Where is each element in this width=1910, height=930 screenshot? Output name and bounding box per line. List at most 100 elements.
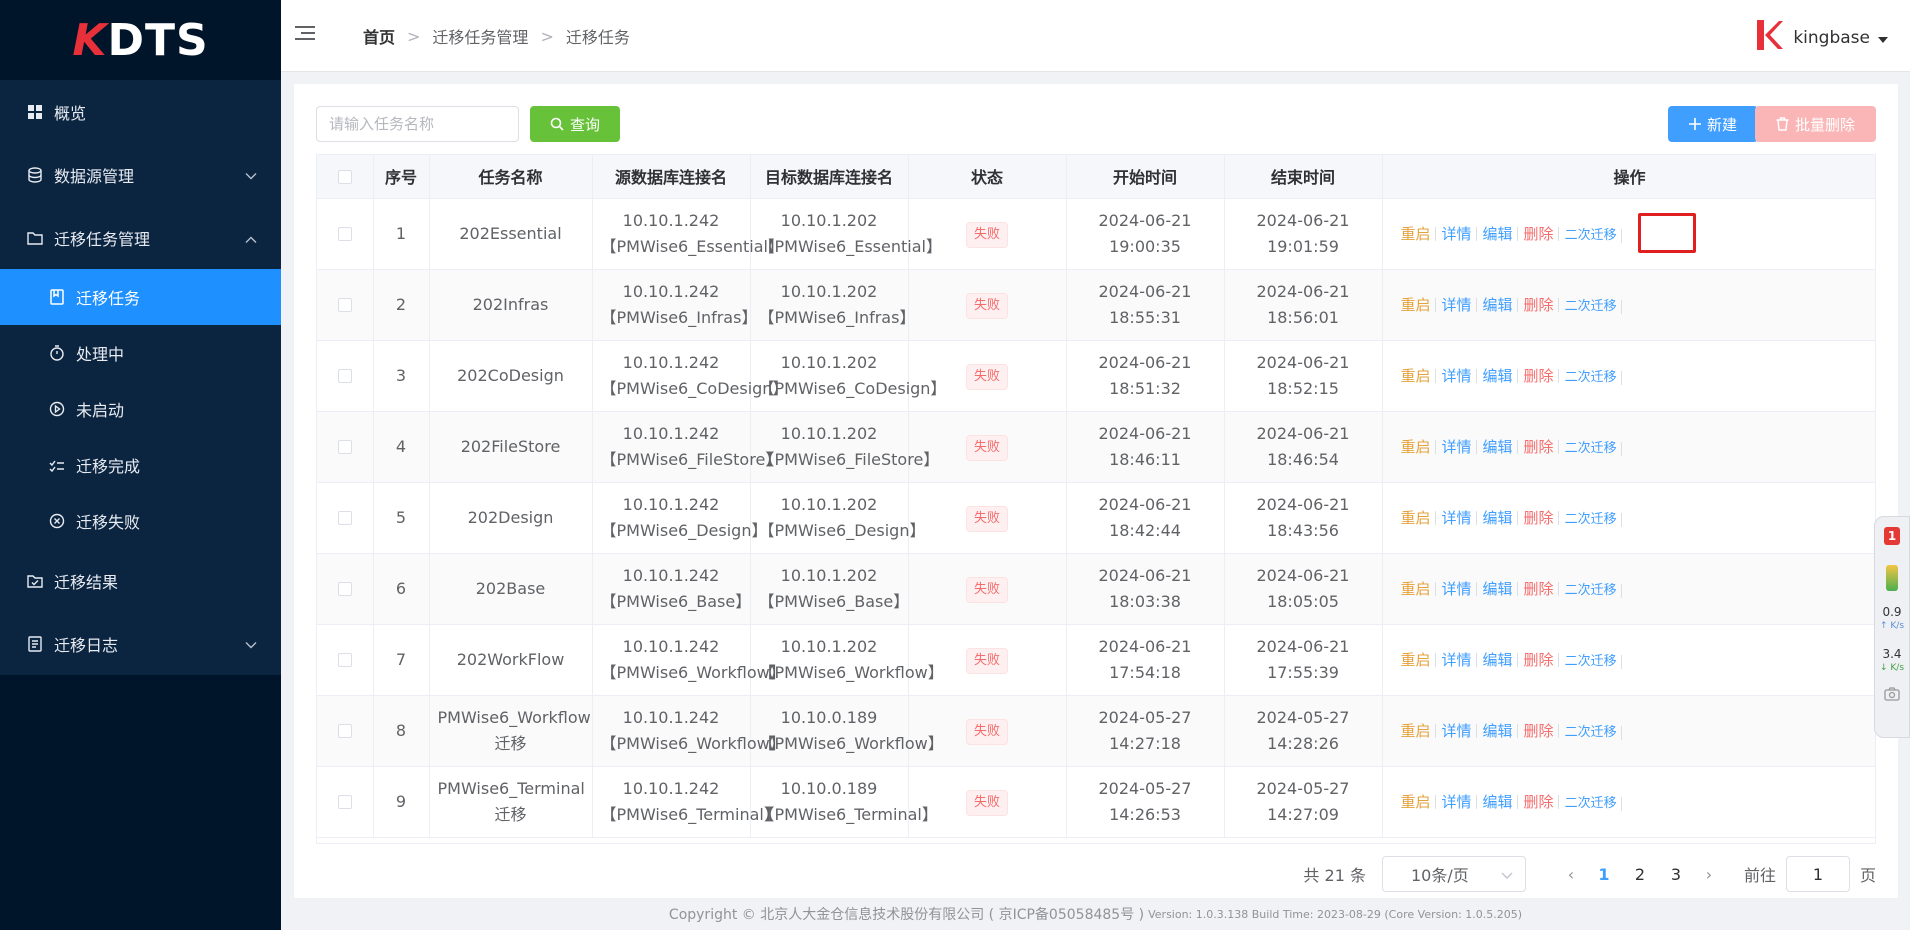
goto-page-input[interactable] [1785,856,1850,892]
row-checkbox[interactable] [337,724,352,738]
second-migration-link[interactable]: 二次迁移 [1561,441,1622,456]
restart-link[interactable]: 重启 [1397,297,1436,312]
row-index: 1 [373,198,430,270]
second-migration-link[interactable]: 二次迁移 [1561,796,1622,811]
second-migration-link[interactable]: 二次迁移 [1561,725,1622,740]
row-checkbox[interactable] [337,298,352,312]
camera-icon[interactable] [1884,687,1900,704]
delete-link[interactable]: 删除 [1520,581,1559,596]
restart-link[interactable]: 重启 [1397,581,1436,596]
detail-link[interactable]: 详情 [1438,510,1477,525]
detail-link[interactable]: 详情 [1438,581,1477,596]
detail-link[interactable]: 详情 [1438,652,1477,667]
row-checkbox[interactable] [337,795,352,809]
edit-link[interactable]: 编辑 [1479,581,1518,596]
delete-link[interactable]: 删除 [1520,439,1559,454]
sidebar-item-result[interactable]: 迁移结果 [0,549,281,612]
sidebar-item-completed[interactable]: 迁移完成 [0,437,281,493]
user-menu[interactable]: kingbase [1753,18,1888,57]
second-migration-link[interactable]: 二次迁移 [1561,228,1622,243]
edit-link[interactable]: 编辑 [1479,226,1518,241]
sidebar-item-overview[interactable]: 概览 [0,80,281,143]
new-button[interactable]: 新建 [1668,106,1758,142]
second-migration-link[interactable]: 二次迁移 [1561,370,1622,385]
sidebar-item-processing[interactable]: 处理中 [0,325,281,381]
status-cell: 失败 [908,624,1067,696]
restart-link[interactable]: 重启 [1397,439,1436,454]
detail-link[interactable]: 详情 [1438,297,1477,312]
delete-link[interactable]: 删除 [1520,368,1559,383]
edit-link[interactable]: 编辑 [1479,794,1518,809]
restart-link[interactable]: 重启 [1397,794,1436,809]
task-name-search-input[interactable] [316,106,519,142]
floating-monitor-widget[interactable]: 1 0.9 ↑ K/s 3.4 ↓ K/s [1874,516,1910,738]
delete-link[interactable]: 删除 [1520,297,1559,312]
breadcrumb-task-management[interactable]: 迁移任务管理 [432,24,528,48]
restart-link[interactable]: 重启 [1397,652,1436,667]
delete-link[interactable]: 删除 [1520,794,1559,809]
row-checkbox[interactable] [337,369,352,383]
username: kingbase [1793,27,1870,48]
detail-link[interactable]: 详情 [1438,226,1477,241]
row-checkbox[interactable] [337,227,352,241]
breadcrumb-home[interactable]: 首页 [363,24,395,48]
second-migration-link[interactable]: 二次迁移 [1561,583,1622,598]
restart-link[interactable]: 重启 [1397,510,1436,525]
restart-link[interactable]: 重启 [1397,723,1436,738]
sidebar-item-migration-task[interactable]: 迁移任务 [0,269,281,325]
start-time: 2024-06-21 18:51:32 [1066,340,1225,412]
sidebar-item-task-management[interactable]: 迁移任务管理 [0,206,281,269]
detail-link[interactable]: 详情 [1438,794,1477,809]
row-checkbox[interactable] [337,440,352,454]
table-row: 6 202Base 10.10.1.242【PMWise6_Base】 10.10.1… [317,553,1875,625]
sidebar-item-failed[interactable]: 迁移失败 [0,493,281,549]
delete-link[interactable]: 删除 [1520,226,1559,241]
end-time: 2024-06-21 18:05:05 [1224,553,1383,625]
detail-link[interactable]: 详情 [1438,439,1477,454]
source-connection: 10.10.1.242【PMWise6_Essential】 [592,198,784,270]
batch-delete-button[interactable]: 批量删除 [1755,106,1876,142]
row-index: 8 [373,695,430,767]
page-3-button[interactable]: 3 [1658,865,1694,884]
page-2-button[interactable]: 2 [1622,865,1658,884]
status-cell: 失败 [908,340,1067,412]
row-checkbox[interactable] [337,653,352,667]
table-header-row: 序号 任务名称 源数据库连接名 目标数据库连接名 状态 开始时间 结束时间 操作 [317,155,1875,199]
restart-link[interactable]: 重启 [1397,368,1436,383]
start-time: 2024-06-21 17:54:18 [1066,624,1225,696]
source-connection: 10.10.1.242【PMWise6_Infras】 [592,269,757,341]
row-index: 6 [373,553,430,625]
edit-link[interactable]: 编辑 [1479,297,1518,312]
detail-link[interactable]: 详情 [1438,368,1477,383]
edit-link[interactable]: 编辑 [1479,439,1518,454]
detail-link[interactable]: 详情 [1438,723,1477,738]
top-header: 首页 > 迁移任务管理 > 迁移任务 kingbase [281,0,1910,72]
page-size-select[interactable]: 10条/页 [1381,856,1526,892]
edit-link[interactable]: 编辑 [1479,510,1518,525]
select-all-checkbox[interactable] [337,170,352,185]
second-migration-link[interactable]: 二次迁移 [1561,512,1622,527]
next-page-button[interactable]: › [1694,865,1724,884]
delete-link[interactable]: 删除 [1520,723,1559,738]
second-migration-link[interactable]: 二次迁移 [1561,654,1622,669]
page-1-button[interactable]: 1 [1586,865,1622,884]
edit-link[interactable]: 编辑 [1479,652,1518,667]
status-cell: 失败 [908,198,1067,270]
sidebar-item-label: 处理中 [76,345,125,364]
status-badge: 失败 [965,505,1008,532]
prev-page-button[interactable]: ‹ [1556,865,1586,884]
query-button[interactable]: 查询 [530,106,620,142]
delete-link[interactable]: 删除 [1520,652,1559,667]
row-checkbox[interactable] [337,582,352,596]
edit-link[interactable]: 编辑 [1479,723,1518,738]
restart-link[interactable]: 重启 [1397,226,1436,241]
menu-toggle-icon[interactable] [295,24,315,46]
row-checkbox[interactable] [337,511,352,525]
sidebar-item-log[interactable]: 迁移日志 [0,612,281,675]
sidebar-item-not-started[interactable]: 未启动 [0,381,281,437]
delete-link[interactable]: 删除 [1520,510,1559,525]
second-migration-link[interactable]: 二次迁移 [1561,299,1622,314]
operations-cell: 重启 详情 编辑 删除 二次迁移 [1382,482,1875,554]
sidebar-item-datasource[interactable]: 数据源管理 [0,143,281,206]
edit-link[interactable]: 编辑 [1479,368,1518,383]
